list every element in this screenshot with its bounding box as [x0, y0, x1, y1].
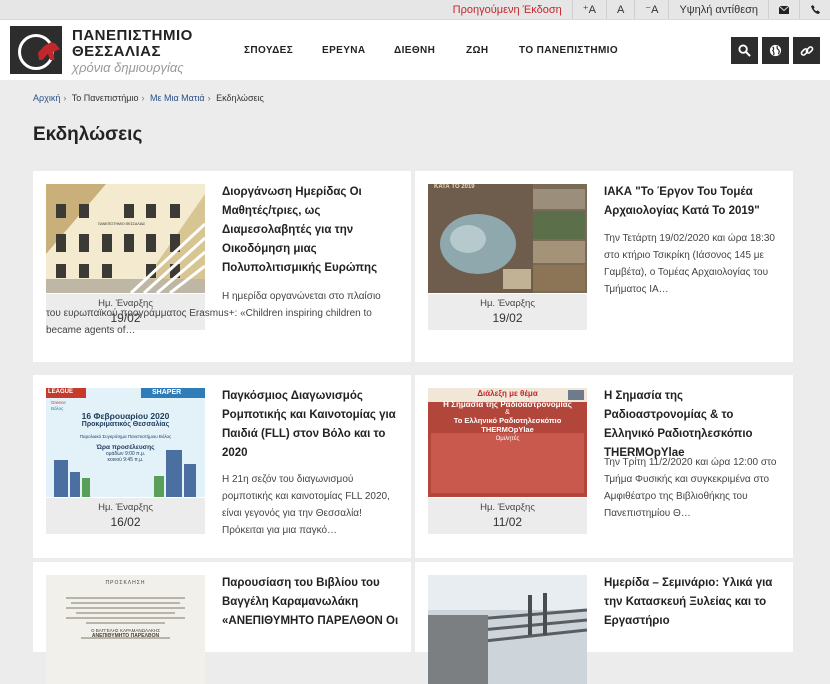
event-card[interactable]: Διάλεξη με θέμα Η Σημασία της Ραδιοαστρο…	[415, 375, 793, 558]
university-logo[interactable]: ΠΑΝΕΠΙΣΤΗΜΙΟ ΘΕΣΣΑΛΙΑΣ χρόνια δημιουργία…	[10, 26, 193, 76]
breadcrumb: Αρχική › Το Πανεπιστήμιο › Με Μια Ματιά › Ε…	[33, 93, 264, 103]
event-description: Η ημερίδα οργανώνεται στο πλαίσιο του ευ…	[46, 291, 381, 336]
thumb-line: Η Σημασία της Ραδιοαστρονομίας	[443, 400, 572, 409]
event-thumbnail[interactable]: ΠΑΝΕΠΙΣΤΗΜΙΟ ΘΕΣΣΑΛΙΑΣ	[46, 184, 205, 293]
event-card[interactable]: ΠΑΝΕΠΙΣΤΗΜΙΟ ΘΕΣΣΑΛΙΑΣ Ημ. Έναρξης 19/02…	[33, 171, 411, 362]
date-label: Ημ. Έναρξης	[480, 298, 535, 309]
event-date: 11/02	[492, 515, 523, 529]
thumb-line: Προκριματικός Θεσσαλίας	[81, 421, 170, 428]
event-card[interactable]: Ημερίδα – Σεμινάριο: Υλικά για την Κατασ…	[415, 562, 793, 684]
nav-item-international[interactable]: ΔΙΕΘΝΗ	[394, 45, 466, 56]
nav-item-life[interactable]: ΖΩΗ	[466, 45, 519, 56]
thumb-line: κοινού 9:45 π.μ.	[107, 457, 144, 463]
page-title: Εκδηλώσεις	[33, 124, 143, 145]
breadcrumb-current: Εκδηλώσεις	[216, 93, 264, 103]
breadcrumb-university[interactable]: Το Πανεπιστήμιο	[72, 93, 139, 103]
thumbnail-tag-league: LEAGUE	[48, 389, 74, 395]
font-increase-button[interactable]: ⁺A	[571, 0, 606, 19]
event-title[interactable]: Παγκόσμιος Διαγωνισμός Ρομποτικής και Κα…	[222, 387, 400, 463]
event-title[interactable]: Ημερίδα – Σεμινάριο: Υλικά για την Κατασ…	[604, 574, 782, 631]
date-label: Ημ. Έναρξης	[480, 502, 535, 513]
thumbnail-text: 16 Φεβρουαρίου 2020 Προκριματικός Θεσσαλ…	[46, 411, 205, 463]
thumb-line: &	[505, 409, 510, 416]
event-card[interactable]: LEAGUE SHAPER Greece Βόλος 16 Φεβρουαρίο…	[33, 375, 411, 558]
globe-icon	[769, 44, 782, 57]
previous-version-link[interactable]: Προηγούμενη Έκδοση	[443, 0, 572, 19]
logo-tagline: χρόνια δημιουργίας	[72, 60, 184, 75]
thumbnail-tag-shaper: SHAPER	[152, 389, 182, 396]
header-buttons	[731, 37, 820, 64]
nav-item-studies[interactable]: ΣΠΟΥΔΕΣ	[244, 45, 322, 56]
event-date-box: Ημ. Έναρξης 19/02	[428, 294, 587, 330]
thumbnail-text: ΠΡΟΣΚΛΗΣΗ Ο ΒΑΓΓΕΛΗΣ ΚΑΡΑΜΑΝΩΛΑΚΗΣ ΑΝΕΠΙ…	[46, 580, 205, 639]
thumbnail-text: Διάλεξη με θέμα Η Σημασία της Ραδιοαστρο…	[428, 389, 587, 442]
envelope-icon[interactable]	[768, 0, 799, 19]
thumb-line: Ώρα προσέλευσης	[96, 444, 155, 451]
high-contrast-toggle[interactable]: Υψηλή αντίθεση	[668, 0, 768, 19]
date-label: Ημ. Έναρξης	[98, 502, 153, 513]
thumb-line: Το Ελληνικό Ραδιοτηλεσκόπιο	[453, 416, 562, 425]
search-icon	[738, 44, 751, 57]
link-icon	[800, 45, 813, 56]
thumb-line: 16 Φεβρουαρίου 2020	[81, 411, 170, 421]
event-title[interactable]: Διοργάνωση Ημερίδας Οι Μαθητές/τριες, ως…	[222, 183, 400, 278]
event-thumbnail[interactable]: ΠΡΟΣΚΛΗΣΗ Ο ΒΑΓΓΕΛΗΣ ΚΑΡΑΜΑΝΩΛΑΚΗΣ ΑΝΕΠΙ…	[46, 575, 205, 684]
event-thumbnail[interactable]: Διάλεξη με θέμα Η Σημασία της Ραδιοαστρο…	[428, 388, 587, 497]
nav-item-university[interactable]: ΤΟ ΠΑΝΕΠΙΣΤΗΜΙΟ	[519, 45, 618, 56]
phone-icon[interactable]	[799, 0, 830, 19]
event-thumbnail[interactable]	[428, 575, 587, 684]
event-date-box: Ημ. Έναρξης 16/02	[46, 498, 205, 534]
nav-item-research[interactable]: ΕΡΕΥΝΑ	[322, 45, 394, 56]
thumbnail-building-label: ΠΑΝΕΠΙΣΤΗΜΙΟ ΘΕΣΣΑΛΙΑΣ	[98, 222, 146, 226]
event-date: 19/02	[492, 311, 523, 325]
breadcrumb-glance[interactable]: Με Μια Ματιά	[150, 93, 205, 103]
event-thumbnail[interactable]: LEAGUE SHAPER Greece Βόλος 16 Φεβρουαρίο…	[46, 388, 205, 497]
event-date-box: Ημ. Έναρξης 11/02	[428, 498, 587, 534]
search-button[interactable]	[731, 37, 758, 64]
main-header: ΠΑΝΕΠΙΣΤΗΜΙΟ ΘΕΣΣΑΛΙΑΣ χρόνια δημιουργία…	[0, 20, 830, 80]
event-title[interactable]: Παρουσίαση του Βιβλίου του Βαγγέλη Καραμ…	[222, 574, 400, 631]
thumbnail-title: ΚΑΤΑ ΤΟ 2019	[434, 184, 475, 190]
event-title[interactable]: ΙΑΚΑ "Το Έργον Του Τομέα Αρχαιολογίας Κα…	[604, 183, 782, 221]
event-description: Η 21η σεζόν του διαγωνισμού ρομποτικής κ…	[222, 474, 390, 536]
event-description: Την Τρίτη 11/2/2020 και ώρα 12:00 στο Τμ…	[604, 457, 777, 519]
font-decrease-button[interactable]: ⁻A	[634, 0, 668, 19]
thumb-line: Διάλεξη με θέμα	[477, 389, 538, 398]
thumb-line: THERMOpYlae	[481, 425, 534, 434]
logo-line1: ΠΑΝΕΠΙΣΤΗΜΙΟ	[72, 27, 193, 44]
thumb-line: Ομιλητές	[495, 436, 520, 442]
quick-links-button[interactable]	[793, 37, 820, 64]
breadcrumb-home[interactable]: Αρχική	[33, 93, 60, 103]
main-nav: ΣΠΟΥΔΕΣ ΕΡΕΥΝΑ ΔΙΕΘΝΗ ΖΩΗ ΤΟ ΠΑΝΕΠΙΣΤΗΜΙ…	[244, 45, 618, 56]
logo-line2: ΘΕΣΣΑΛΙΑΣ	[72, 43, 162, 60]
thumb-line: Παρολιακό Συγκρότημα Πανεπιστήμιου Βόλος	[79, 434, 172, 439]
language-button[interactable]	[762, 37, 789, 64]
logo-emblem-icon	[10, 26, 62, 74]
event-date: 16/02	[110, 515, 141, 529]
event-title[interactable]: Η Σημασία της Ραδιοαστρονομίας & το Ελλη…	[604, 387, 782, 463]
event-description: Την Τετάρτη 19/02/2020 και ώρα 18:30 στο…	[604, 233, 775, 295]
font-normal-button[interactable]: A	[605, 0, 634, 19]
top-utility-bar: Προηγούμενη Έκδοση ⁺A A ⁻A Υψηλή αντίθεσ…	[0, 0, 830, 20]
event-card[interactable]: ΠΡΟΣΚΛΗΣΗ Ο ΒΑΓΓΕΛΗΣ ΚΑΡΑΜΑΝΩΛΑΚΗΣ ΑΝΕΠΙ…	[33, 562, 411, 684]
thumb-line: ΑΝΕΠΙΘΥΜΗΤΟ ΠΑΡΕΛΘΟΝ	[91, 633, 160, 639]
event-thumbnail[interactable]: ΚΑΤΑ ΤΟ 2019	[428, 184, 587, 293]
thumb-line: ΠΡΟΣΚΛΗΣΗ	[105, 580, 146, 586]
event-card[interactable]: ΚΑΤΑ ΤΟ 2019 Ημ. Έναρξης 19/02 ΙΑΚΑ "Το …	[415, 171, 793, 362]
thumbnail-tag-greece: Greece	[51, 400, 66, 405]
